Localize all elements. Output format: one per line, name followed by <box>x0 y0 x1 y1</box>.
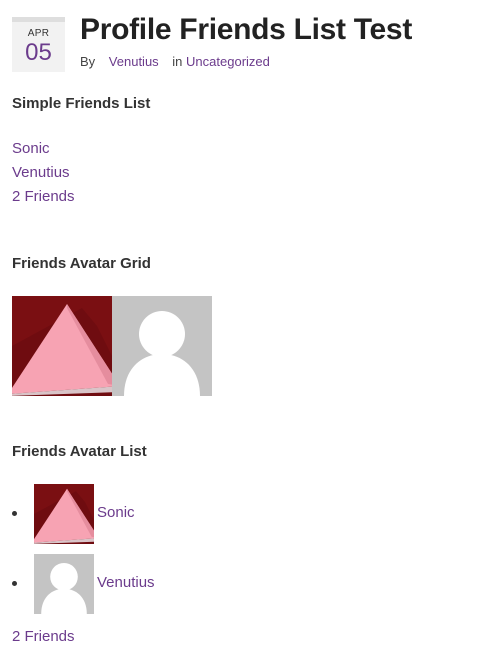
post-date-badge: APR 05 <box>12 17 65 72</box>
pyramid-avatar-icon <box>12 296 112 396</box>
list-avatar-venutius[interactable] <box>34 554 94 614</box>
simple-friends-list: Sonic Venutius 2 Friends <box>12 137 75 209</box>
grid-avatar-sonic[interactable] <box>12 296 112 396</box>
meta-in-label: in <box>172 54 183 69</box>
friend-link-sonic[interactable]: Sonic <box>12 137 75 161</box>
list-friend-name-sonic[interactable]: Sonic <box>97 504 135 522</box>
avatar-list-friends-count-link[interactable]: 2 Friends <box>12 627 75 647</box>
list-friend-name-venutius[interactable]: Venutius <box>97 574 155 592</box>
bullet-icon <box>12 511 17 516</box>
post-date-month: APR <box>27 28 50 39</box>
pyramid-avatar-icon <box>34 484 94 544</box>
default-person-avatar-icon <box>34 554 94 614</box>
bullet-icon <box>12 581 17 586</box>
meta-by-label: By <box>80 54 96 69</box>
friends-count-link[interactable]: 2 Friends <box>12 185 75 209</box>
author-link[interactable]: Venutius <box>109 54 159 69</box>
friends-avatar-grid <box>12 296 212 396</box>
friends-avatar-list-heading: Friends Avatar List <box>12 443 147 460</box>
friend-link-venutius[interactable]: Venutius <box>12 161 75 185</box>
simple-friends-list-heading: Simple Friends List <box>12 95 151 112</box>
friends-avatar-grid-heading: Friends Avatar Grid <box>12 255 151 272</box>
default-person-avatar-icon <box>112 296 212 396</box>
category-link[interactable]: Uncategorized <box>186 54 270 69</box>
list-avatar-sonic[interactable] <box>34 484 94 544</box>
post-meta: By Venutius in Uncategorized <box>80 53 270 71</box>
post-date-day: 05 <box>25 39 52 66</box>
post-title: Profile Friends List Test <box>80 13 413 46</box>
grid-avatar-venutius[interactable] <box>112 296 212 396</box>
